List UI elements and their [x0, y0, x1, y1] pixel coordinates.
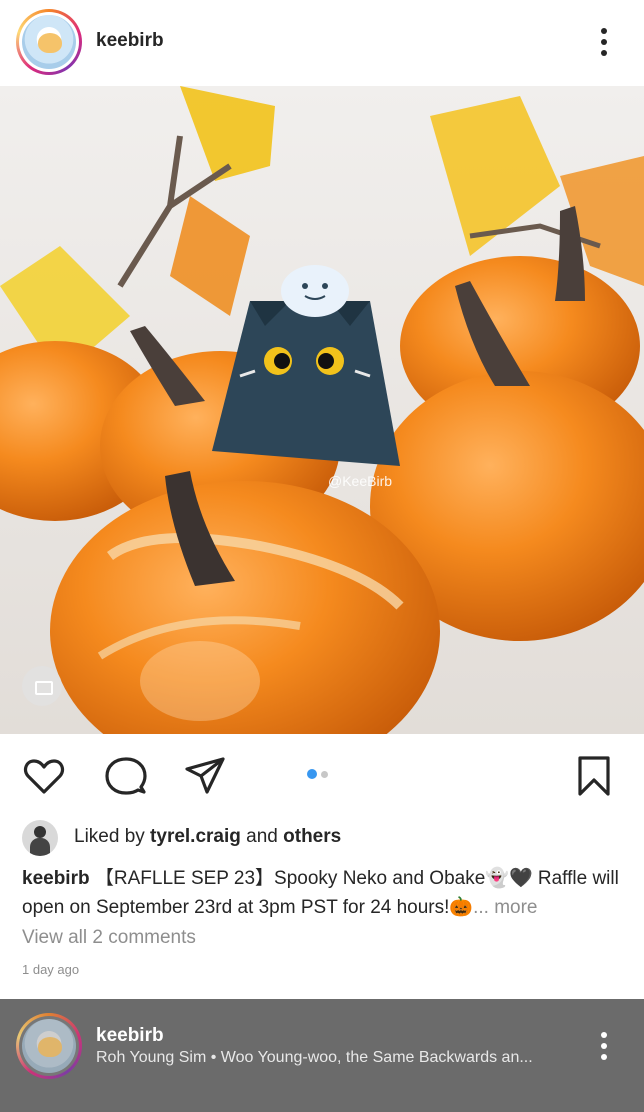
photo-tag-badge[interactable] — [22, 666, 62, 706]
more-dot — [601, 39, 607, 45]
avatar-inner — [19, 12, 79, 72]
liker-avatar — [22, 820, 58, 856]
post-timestamp: 1 day ago — [22, 962, 80, 977]
carousel-dot-active — [307, 769, 317, 779]
more-dot — [601, 28, 607, 34]
liked-others[interactable]: others — [283, 826, 341, 847]
liked-middle: and — [240, 826, 284, 847]
photo-watermark: @KeeBirb — [328, 473, 392, 489]
post-username[interactable]: keebirb — [96, 30, 164, 52]
caption-username[interactable]: keebirb — [22, 868, 90, 889]
next-post-audio[interactable]: Roh Young Sim • Woo Young-woo, the Same … — [96, 1049, 533, 1067]
comment-icon[interactable] — [104, 754, 148, 798]
post-caption: keebirb 【RAFLLE SEP 23】Spooky Neko and O… — [22, 864, 622, 922]
liked-by-row[interactable]: Liked by tyrel.craig and others — [22, 820, 622, 856]
post-photo[interactable]: @KeeBirb — [0, 86, 644, 734]
profile-avatar[interactable] — [16, 9, 82, 75]
caption-more-link[interactable]: ... more — [473, 897, 537, 918]
liker-username[interactable]: tyrel.craig — [150, 826, 241, 847]
view-comments-link[interactable]: View all 2 comments — [22, 927, 196, 949]
share-icon[interactable] — [183, 754, 227, 798]
avatar-image — [22, 15, 76, 69]
heart-icon[interactable] — [22, 754, 66, 798]
more-dot — [601, 1043, 607, 1049]
post-header: keebirb — [0, 0, 644, 86]
carousel-dot — [321, 770, 328, 778]
avatar-bird — [38, 1037, 62, 1057]
avatar-inner — [19, 1016, 79, 1076]
avatar-image — [22, 1019, 76, 1073]
next-post-avatar[interactable] — [16, 1013, 82, 1079]
liked-prefix: Liked by — [74, 826, 151, 847]
pumpkin-photo: @KeeBirb — [0, 86, 644, 734]
more-dot — [601, 1054, 607, 1060]
more-vert-icon[interactable] — [594, 1030, 614, 1062]
liked-by-text: Liked by tyrel.craig and others — [74, 826, 341, 848]
action-bar — [0, 734, 644, 814]
more-dot — [601, 50, 607, 56]
next-post-username[interactable]: keebirb — [96, 1025, 164, 1047]
more-vert-icon[interactable] — [594, 26, 614, 58]
more-dot — [601, 1032, 607, 1038]
avatar-bird — [38, 33, 62, 53]
next-post-header: keebirb Roh Young Sim • Woo Young-woo, t… — [0, 999, 644, 1112]
bookmark-icon[interactable] — [572, 754, 616, 798]
